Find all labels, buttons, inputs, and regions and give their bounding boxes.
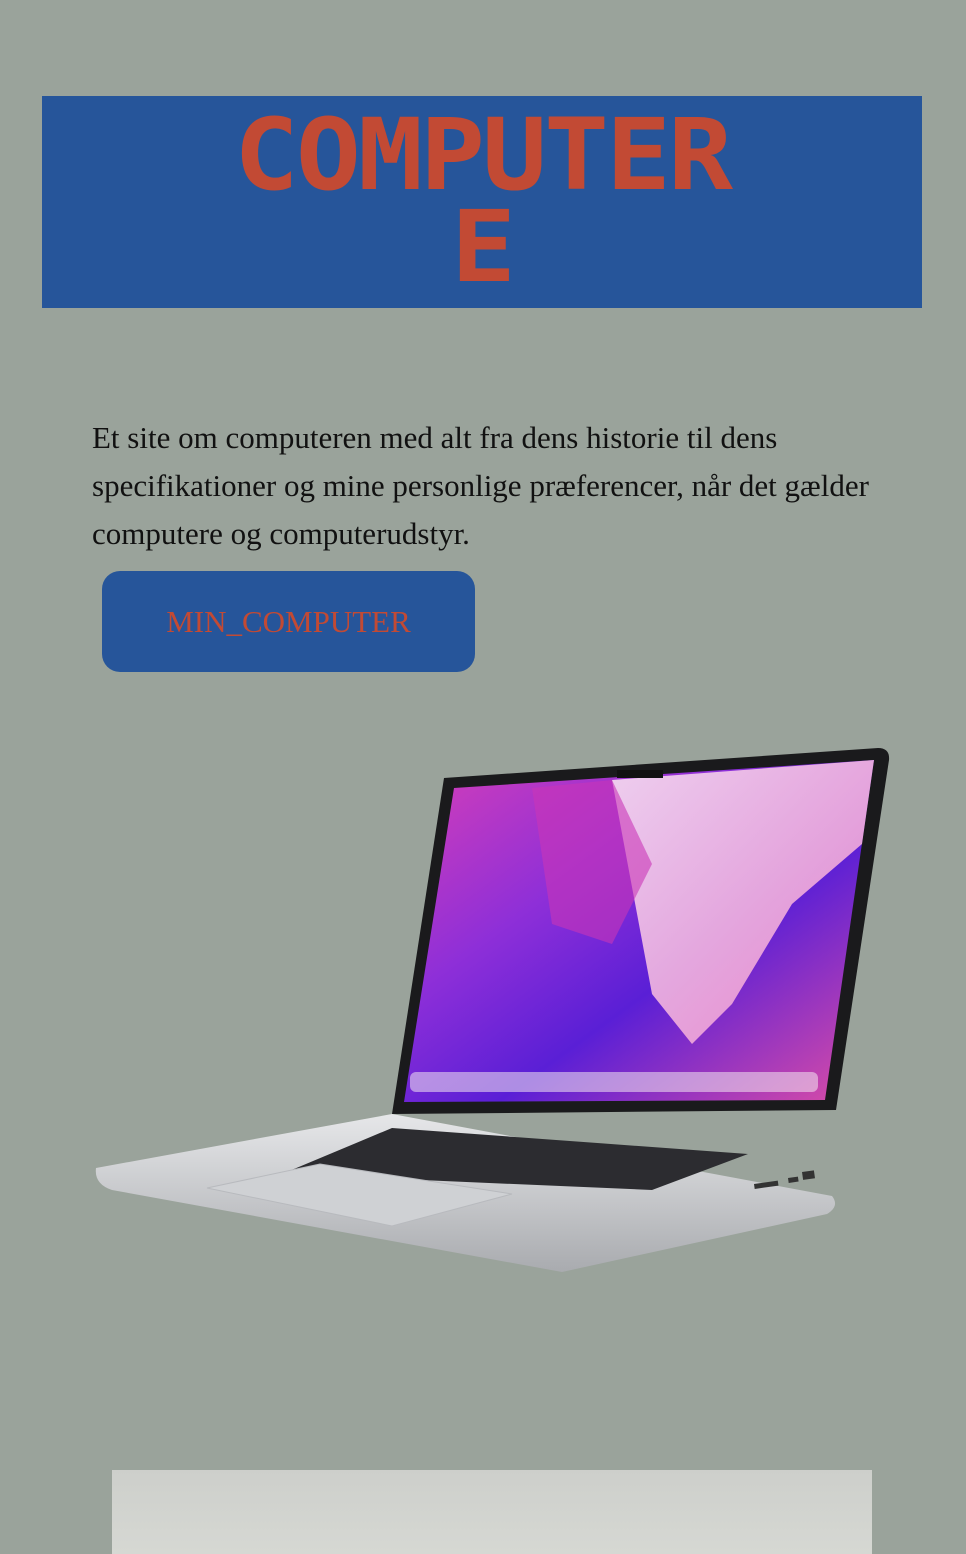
site-title-line-2: E xyxy=(450,190,516,306)
site-title-line-1: COMPUTER xyxy=(233,98,733,214)
site-title-banner: COMPUTER E xyxy=(42,96,922,308)
min-computer-button[interactable]: MIN_COMPUTER xyxy=(102,571,475,672)
laptop-image xyxy=(95,748,890,1272)
second-computer-image xyxy=(112,1470,872,1554)
intro-text: Et site om computeren med alt fra dens h… xyxy=(92,420,869,551)
